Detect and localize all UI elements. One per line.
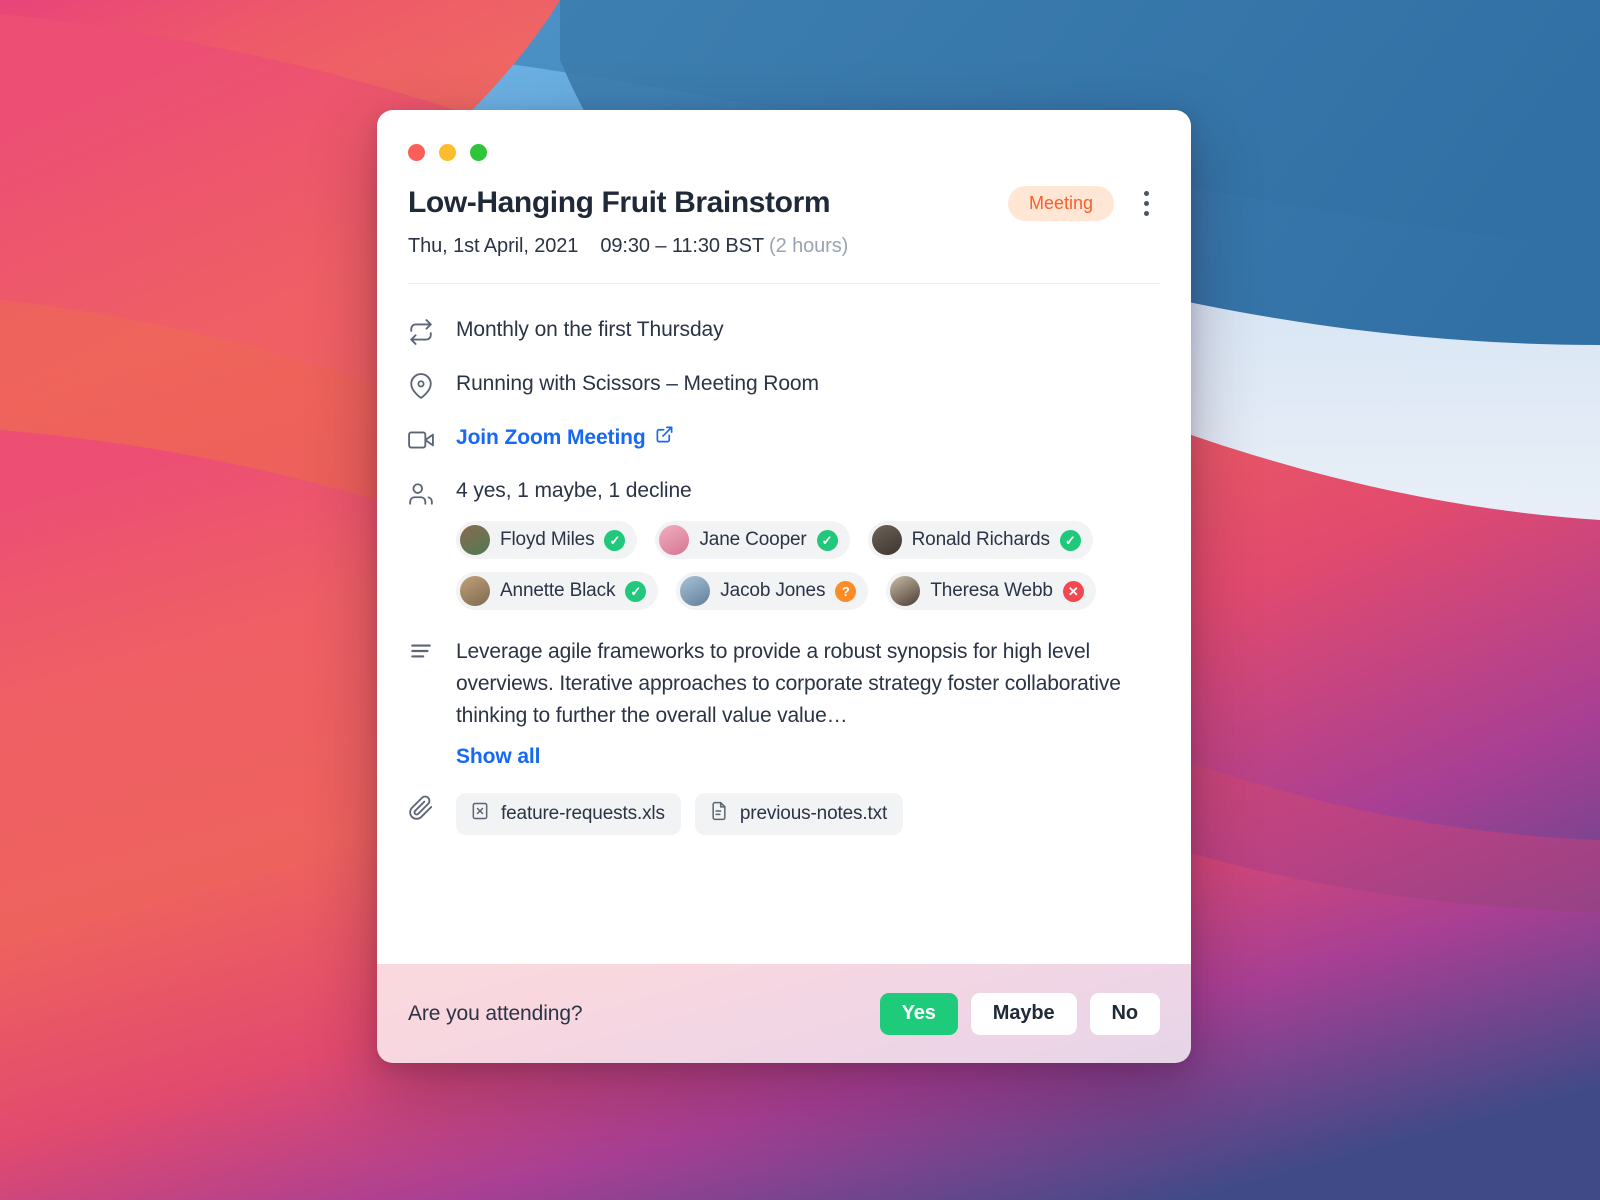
event-datetime: Thu, 1st April, 2021 09:30 – 11:30 BST (2… xyxy=(408,235,1160,258)
rsvp-no-button[interactable]: No xyxy=(1089,992,1160,1035)
avatar xyxy=(460,576,490,606)
description-content: Leverage agile frameworks to provide a r… xyxy=(456,636,1160,769)
attachment-filename: previous-notes.txt xyxy=(739,803,888,824)
header-divider xyxy=(408,283,1160,284)
rsvp-status-yes-icon: ✓ xyxy=(625,580,647,602)
attachment-chip-list: feature-requests.xls previous-notes.txt xyxy=(456,793,1160,835)
attendee-name: Floyd Miles xyxy=(500,529,595,550)
avatar xyxy=(890,576,921,606)
description-text: Leverage agile frameworks to provide a r… xyxy=(456,640,1121,727)
paperclip-icon xyxy=(408,793,456,821)
conference-content: Join Zoom Meeting xyxy=(456,425,1160,450)
repeat-icon xyxy=(408,317,456,345)
description-row: Leverage agile frameworks to provide a r… xyxy=(408,636,1160,769)
attendees-row: 4 yes, 1 maybe, 1 decline Floyd Miles ✓ Ja… xyxy=(408,479,1160,610)
attendee-summary: 4 yes, 1 maybe, 1 decline xyxy=(456,479,692,502)
join-zoom-meeting-link[interactable]: Join Zoom Meeting xyxy=(456,425,674,450)
maximize-window-button[interactable] xyxy=(470,144,487,161)
window-traffic-lights[interactable] xyxy=(377,110,1191,161)
rsvp-question: Are you attending? xyxy=(408,1001,583,1025)
attendee-chip[interactable]: Ronald Richards ✓ xyxy=(867,521,1093,559)
text-file-icon xyxy=(709,801,729,827)
kebab-dot xyxy=(1143,210,1149,216)
rsvp-maybe-button[interactable]: Maybe xyxy=(970,992,1077,1035)
attendee-chip[interactable]: Theresa Webb ✕ xyxy=(886,572,1096,610)
attendee-name: Jane Cooper xyxy=(699,529,807,550)
spreadsheet-file-icon xyxy=(470,801,490,827)
attendee-chip-list: Floyd Miles ✓ Jane Cooper ✓ Ronald Richards ✓… xyxy=(456,521,1160,610)
recurrence-content: Monthly on the first Thursday xyxy=(456,317,1160,342)
attendees-content: 4 yes, 1 maybe, 1 decline Floyd Miles ✓ Ja… xyxy=(456,479,1160,610)
attachment-filename: feature-requests.xls xyxy=(501,803,665,824)
avatar xyxy=(460,525,490,555)
recurrence-text: Monthly on the first Thursday xyxy=(456,318,724,341)
rsvp-button-group: Yes Maybe No xyxy=(879,992,1160,1035)
location-pin-icon xyxy=(408,371,456,399)
attendee-name: Annette Black xyxy=(500,580,616,601)
external-link-icon xyxy=(655,425,674,450)
attendee-name: Theresa Webb xyxy=(930,580,1053,601)
event-duration: (2 hours) xyxy=(769,235,849,257)
people-icon xyxy=(408,479,456,507)
attendee-chip[interactable]: Jane Cooper ✓ xyxy=(655,521,850,559)
event-body: Monthly on the first Thursday Running wi… xyxy=(377,317,1191,835)
rsvp-status-yes-icon: ✓ xyxy=(1059,529,1081,551)
show-all-link[interactable]: Show all xyxy=(456,745,540,769)
location-text: Running with Scissors – Meeting Room xyxy=(456,372,819,395)
attendee-chip[interactable]: Floyd Miles ✓ xyxy=(456,521,638,559)
more-options-icon[interactable] xyxy=(1132,185,1160,221)
avatar xyxy=(871,525,902,555)
rsvp-status-maybe-icon: ? xyxy=(835,580,857,602)
attendee-chip[interactable]: Annette Black ✓ xyxy=(456,572,659,610)
avatar xyxy=(680,576,711,606)
conference-row: Join Zoom Meeting xyxy=(408,425,1160,453)
close-window-button[interactable] xyxy=(408,144,425,161)
event-detail-window: Low-Hanging Fruit Brainstorm Meeting Thu… xyxy=(377,110,1191,1063)
attendee-chip[interactable]: Jacob Jones? xyxy=(676,572,869,610)
location-content: Running with Scissors – Meeting Room xyxy=(456,371,1160,396)
attachments-row: feature-requests.xls previous-notes.txt xyxy=(408,793,1160,835)
attachment-chip[interactable]: feature-requests.xls xyxy=(456,793,681,835)
status-badge: Meeting xyxy=(1007,185,1114,221)
window-content: Low-Hanging Fruit Brainstorm Meeting Thu… xyxy=(377,110,1191,964)
kebab-dot xyxy=(1143,190,1149,196)
recurrence-row: Monthly on the first Thursday xyxy=(408,317,1160,345)
title-row: Low-Hanging Fruit Brainstorm Meeting xyxy=(408,185,1160,221)
description-lines-icon xyxy=(408,636,456,664)
rsvp-status-yes-icon: ✓ xyxy=(816,529,838,551)
join-zoom-meeting-label: Join Zoom Meeting xyxy=(456,425,646,449)
attachment-chip[interactable]: previous-notes.txt xyxy=(694,793,904,835)
attendee-name: Ronald Richards xyxy=(911,529,1050,550)
avatar xyxy=(659,525,690,555)
attendee-name: Jacob Jones xyxy=(720,580,826,601)
attachments-content: feature-requests.xls previous-notes.txt xyxy=(456,793,1160,835)
rsvp-status-no-icon: ✕ xyxy=(1062,580,1084,602)
rsvp-yes-button[interactable]: Yes xyxy=(879,992,958,1035)
minimize-window-button[interactable] xyxy=(439,144,456,161)
event-time: 09:30 – 11:30 BST xyxy=(600,235,764,257)
rsvp-status-yes-icon: ✓ xyxy=(604,529,626,551)
location-row: Running with Scissors – Meeting Room xyxy=(408,371,1160,399)
video-camera-icon xyxy=(408,425,456,453)
kebab-dot xyxy=(1143,200,1149,206)
rsvp-footer: Are you attending? Yes Maybe No xyxy=(377,964,1191,1063)
event-date: Thu, 1st April, 2021 xyxy=(408,235,579,257)
page-title: Low-Hanging Fruit Brainstorm xyxy=(408,186,831,219)
event-header: Low-Hanging Fruit Brainstorm Meeting Thu… xyxy=(377,161,1191,284)
